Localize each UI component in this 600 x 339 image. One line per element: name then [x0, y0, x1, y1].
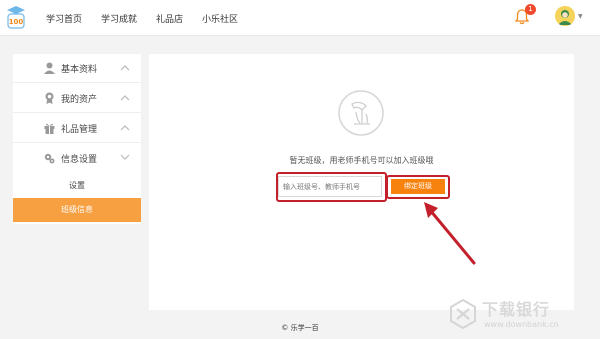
- sidebar-item-label: 基本资料: [61, 65, 98, 75]
- settings-icon: [44, 153, 55, 164]
- chevron-up-icon: [120, 125, 130, 131]
- chevron-up-icon: [120, 95, 130, 101]
- input-highlight-box: [276, 172, 387, 202]
- sidebar-subitem-label: 设置: [69, 181, 85, 190]
- watermark-title: 下载银行: [482, 300, 551, 319]
- sidebar-item-label: 信息设置: [61, 155, 98, 165]
- caret-down-icon[interactable]: ▼: [578, 13, 583, 20]
- empty-state-message: 暂无班级，用老师手机号可以加入班级哦: [289, 156, 434, 165]
- top-bar: 100 学习首页 学习成就 礼品店 小乐社区 1 ▼: [0, 0, 600, 36]
- logo-icon[interactable]: 100: [5, 4, 27, 30]
- avatar-icon: [555, 6, 575, 26]
- sidebar: 基本资料 我的资产 礼品管理 信息设置 设置 班级信息: [13, 54, 141, 224]
- empty-state-icon: [338, 90, 384, 136]
- nav-item-community[interactable]: 小乐社区: [202, 12, 238, 25]
- sidebar-item-profile[interactable]: 基本资料: [13, 54, 141, 83]
- medal-icon: [45, 92, 54, 104]
- sidebar-subitem-settings[interactable]: 设置: [13, 174, 141, 198]
- sidebar-item-info-settings[interactable]: 信息设置: [13, 144, 141, 173]
- sidebar-item-label: 我的资产: [61, 95, 98, 105]
- sidebar-subitem-class-info[interactable]: 班级信息: [13, 198, 141, 222]
- sidebar-item-assets[interactable]: 我的资产: [13, 84, 141, 113]
- sidebar-item-label: 礼品管理: [61, 125, 98, 135]
- nav-item-study-home[interactable]: 学习首页: [46, 12, 82, 25]
- nav-item-achievements[interactable]: 学习成就: [101, 12, 137, 25]
- notification-badge: 1: [525, 4, 536, 15]
- nav-item-gift-shop[interactable]: 礼品店: [156, 12, 183, 25]
- watermark-url: www.downbank.cn: [484, 320, 559, 329]
- sidebar-subitem-label: 班级信息: [61, 205, 93, 214]
- watermark-logo-icon: [450, 298, 476, 330]
- avatar[interactable]: [555, 6, 575, 26]
- user-icon: [44, 62, 55, 74]
- logo-text: 100: [9, 18, 24, 26]
- chevron-up-icon: [120, 65, 130, 71]
- arrow-annotation-icon: [424, 202, 476, 265]
- main-nav: 学习首页 学习成就 礼品店 小乐社区: [46, 0, 257, 36]
- watermark: 下载银行 www.downbank.cn: [446, 296, 596, 336]
- gift-icon: [44, 123, 55, 134]
- button-highlight-box: [386, 175, 450, 199]
- sidebar-item-gifts[interactable]: 礼品管理: [13, 114, 141, 143]
- chevron-down-icon: [120, 154, 130, 160]
